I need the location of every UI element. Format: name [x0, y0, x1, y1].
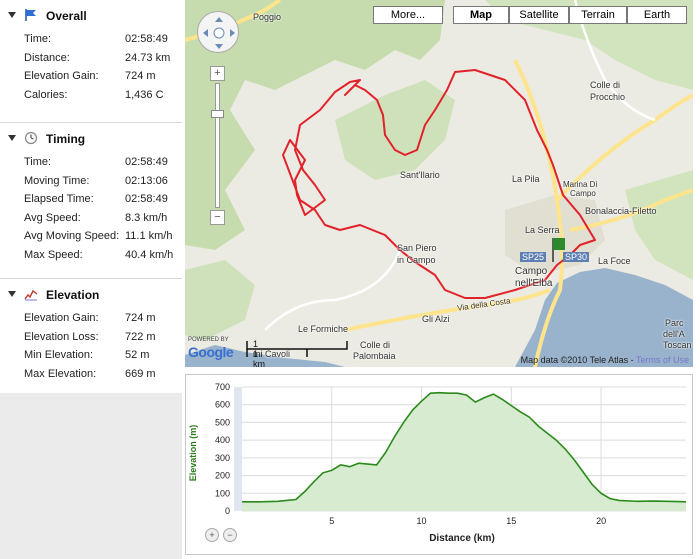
- map-label: Campo: [570, 189, 596, 198]
- map-label: Campo: [515, 266, 548, 277]
- elevation-chart[interactable]: 0 100 200 300 400 500 600 700 5 10 15 20 Elevation…: [185, 374, 693, 555]
- map-type-map-button[interactable]: Map: [453, 6, 509, 24]
- map-label: Le Formiche: [298, 324, 349, 334]
- stats-sidebar: Overall Time: 02:58:49 Distance: 24.73 km …: [0, 0, 182, 559]
- zoom-out-button[interactable]: −: [210, 210, 225, 225]
- y-tick-label: 600: [215, 400, 230, 410]
- zoom-slider-track[interactable]: [215, 83, 220, 208]
- stat-row: Calories: 1,436 C: [24, 88, 164, 101]
- map-label: Colle di: [590, 80, 621, 90]
- elevation-chart-svg: 0 100 200 300 400 500 600 700 5 10 15 20 Elevation…: [188, 382, 687, 544]
- pan-hand-icon: [203, 17, 235, 49]
- map-label: Colle di: [360, 340, 391, 350]
- elevation-graph-icon: [24, 289, 38, 301]
- stat-row: Distance: 24.73 km: [24, 51, 171, 64]
- map-label: Sant'Ilario: [400, 170, 440, 180]
- map-label: La Pila: [512, 174, 540, 184]
- stat-row: Elapsed Time: 02:58:49: [24, 193, 168, 206]
- collapse-triangle-icon[interactable]: [8, 291, 16, 297]
- stat-row: Time: 02:58:49: [24, 33, 168, 45]
- map-label: in Campo: [397, 255, 436, 265]
- map-label: Toscan: [663, 340, 692, 350]
- stat-row: Max Elevation: 669 m: [24, 367, 156, 380]
- map-type-more-button[interactable]: More...: [373, 6, 443, 24]
- x-tick-label: 5: [329, 516, 334, 526]
- overall-section: Overall Time: 02:58:49 Distance: 24.73 km …: [0, 0, 182, 104]
- map-label: La Serra: [525, 225, 560, 235]
- map-label: nell'Elba: [515, 278, 553, 289]
- zoom-slider-thumb[interactable]: [211, 110, 224, 118]
- collapse-triangle-icon[interactable]: [8, 135, 16, 141]
- terms-of-use-link[interactable]: Terms of Use: [636, 355, 689, 365]
- timing-section-header[interactable]: Timing: [0, 123, 182, 153]
- section-title: Overall: [46, 9, 87, 23]
- y-tick-label: 300: [215, 453, 230, 463]
- stat-row: Max Speed: 40.4 km/h: [24, 248, 174, 261]
- map-label: dell'A: [663, 329, 685, 339]
- map-label: Parc: [665, 318, 684, 328]
- elevation-section: Elevation Elevation Gain: 724 m Elevation…: [0, 278, 182, 383]
- y-tick-label: 400: [215, 435, 230, 445]
- section-title: Timing: [46, 132, 86, 146]
- x-tick-label: 20: [596, 516, 606, 526]
- elevation-section-header[interactable]: Elevation: [0, 279, 182, 309]
- map-type-terrain-button[interactable]: Terrain: [569, 6, 627, 24]
- y-tick-label: 500: [215, 417, 230, 427]
- flag-icon: [25, 9, 36, 21]
- map-tiles: [185, 0, 693, 367]
- map-label: Palombaia: [353, 351, 396, 361]
- stat-row: Avg Moving Speed: 11.1 km/h: [24, 230, 173, 243]
- google-logo[interactable]: POWERED BY Google: [188, 337, 244, 363]
- x-axis-label: Distance (km): [429, 533, 495, 544]
- map-label: Procchio: [590, 92, 626, 102]
- stat-row: Elevation Gain: 724 m: [24, 312, 156, 324]
- y-tick-label: 200: [215, 471, 230, 481]
- map-label: La Foce: [598, 256, 631, 266]
- y-tick-label: 0: [225, 506, 230, 516]
- scale-km-label: 1 km: [253, 349, 265, 367]
- y-tick-labels: 0 100 200 300 400 500 600 700: [215, 382, 230, 516]
- y-axis-band: [234, 387, 242, 511]
- map-label: Bonalaccia-Filetto: [585, 206, 657, 216]
- y-axis-label: Elevation (m): [188, 425, 198, 482]
- stat-row: Moving Time: 02:13:06: [24, 174, 168, 187]
- map-label: Poggio: [253, 12, 282, 22]
- zoom-in-button[interactable]: +: [210, 66, 225, 81]
- road-sign: SP25: [520, 252, 547, 262]
- x-tick-label: 10: [417, 516, 427, 526]
- route-map[interactable]: More... Map Satellite Terrain Earth + − …: [185, 0, 693, 367]
- y-tick-label: 100: [215, 488, 230, 498]
- timing-section: Timing Time: 02:58:49 Moving Time: 02:13:0…: [0, 122, 182, 265]
- clock-icon: [24, 131, 38, 145]
- collapse-triangle-icon[interactable]: [8, 12, 16, 18]
- y-tick-label: 700: [215, 382, 230, 392]
- map-label: San Piero: [397, 243, 437, 253]
- stat-row: Elevation Loss: 722 m: [24, 330, 156, 343]
- x-tick-label: 15: [506, 516, 516, 526]
- stat-row: Time: 02:58:49: [24, 156, 168, 168]
- section-title: Elevation: [46, 288, 100, 302]
- stat-row: Avg Speed: 8.3 km/h: [24, 211, 168, 224]
- chart-zoom-in-button[interactable]: +: [205, 528, 219, 542]
- chart-zoom-out-button[interactable]: −: [223, 528, 237, 542]
- map-type-satellite-button[interactable]: Satellite: [509, 6, 569, 24]
- map-label: Marina Di: [563, 180, 598, 189]
- road-sign: SP30: [563, 252, 590, 262]
- map-copyright: Map data ©2010 Tele Atlas - Terms of Use: [520, 355, 689, 365]
- stat-row: Elevation Gain: 724 m: [24, 70, 156, 83]
- overall-section-header[interactable]: Overall: [0, 0, 182, 30]
- stat-row: Min Elevation: 52 m: [24, 349, 150, 362]
- x-tick-labels: 5 10 15 20: [329, 516, 606, 526]
- pan-control[interactable]: [197, 11, 239, 53]
- map-label: Gli Alzi: [422, 314, 450, 324]
- map-type-earth-button[interactable]: Earth: [627, 6, 687, 24]
